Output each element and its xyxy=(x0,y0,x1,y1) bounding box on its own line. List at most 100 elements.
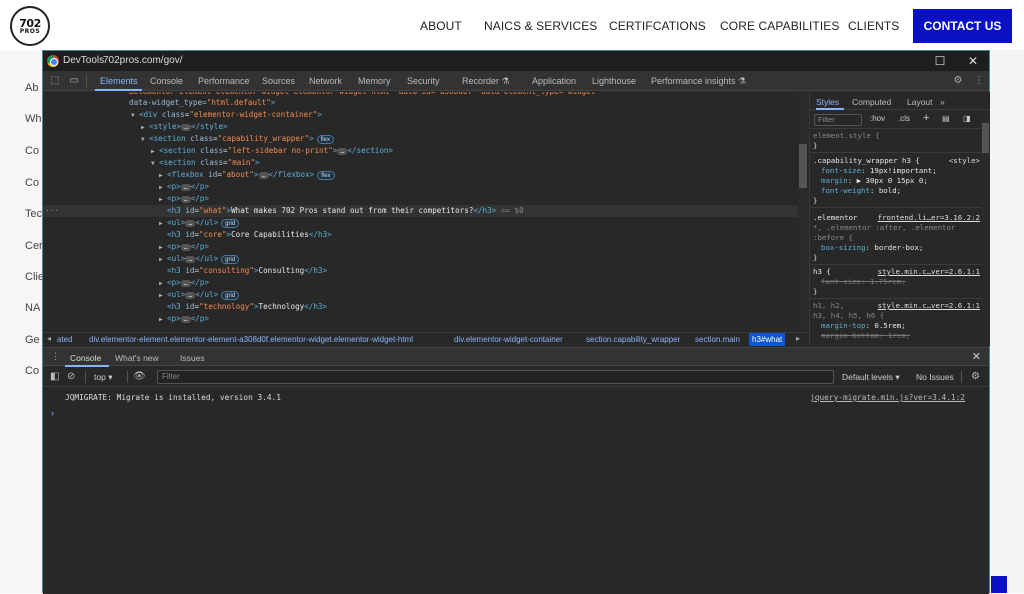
dom-node[interactable]: ▶ <ul>… </ul> grid xyxy=(159,253,240,266)
dom-node[interactable]: ▶ <p>… </p> xyxy=(159,181,209,193)
close-drawer-icon[interactable]: ✕ xyxy=(972,350,981,363)
rule-source-link[interactable]: style.min.c…ver=2.6.1:1 xyxy=(878,301,980,311)
sidebar-link[interactable]: Cer xyxy=(25,240,43,252)
settings-gear-icon[interactable]: ⚙ xyxy=(952,75,964,87)
message-source-link[interactable]: jquery-migrate.min.js?ver=3.4.1:2 xyxy=(810,393,965,402)
sidebar-link[interactable]: Wh xyxy=(25,113,42,125)
tab-recorder[interactable]: Recorder ⚗ xyxy=(462,76,510,87)
dom-node[interactable]: ▶ <p>… </p> xyxy=(159,193,209,205)
nav-clients[interactable]: CLIENTS xyxy=(848,19,899,33)
drawer-tab-issues[interactable]: Issues xyxy=(180,353,205,363)
dom-node[interactable]: ▶ <style>… </style> xyxy=(141,121,228,133)
elements-scrollbar[interactable] xyxy=(798,92,807,332)
rule-source-link[interactable]: style.min.c…ver=2.6.1:1 xyxy=(878,267,980,277)
tab-console[interactable]: Console xyxy=(150,76,183,86)
sidebar-link[interactable]: Ab xyxy=(25,82,38,94)
dom-node[interactable]: data-widget_type="html.default"> xyxy=(129,97,275,109)
more-tabs-icon[interactable]: » xyxy=(940,97,945,107)
console-settings-gear-icon[interactable]: ⚙ xyxy=(971,371,980,383)
drawer-tab-whats-new[interactable]: What's new xyxy=(115,353,159,363)
breadcrumb-item[interactable]: section.capability_wrapper xyxy=(586,335,680,344)
expanded-triangle-icon[interactable]: ▼ xyxy=(141,134,149,146)
breadcrumb-item-active[interactable]: h3#what xyxy=(749,333,786,346)
ellipsis-icon[interactable]: … xyxy=(180,315,191,323)
collapsed-triangle-icon[interactable]: ▶ xyxy=(159,314,167,326)
log-levels-dropdown[interactable]: Default levels ▾ xyxy=(842,372,900,383)
dom-node[interactable]: ▶ <p>… </p> xyxy=(159,313,209,325)
dom-node[interactable]: <h3 id="core">Core Capabilities</h3> xyxy=(167,229,332,241)
ellipsis-icon[interactable]: … xyxy=(185,255,196,263)
drawer-tab-console[interactable]: Console xyxy=(70,353,101,363)
ellipsis-icon[interactable]: … xyxy=(185,219,196,227)
ellipsis-icon[interactable]: … xyxy=(185,291,196,299)
dom-node[interactable]: ▶ <p>… </p> xyxy=(159,241,209,253)
scroll-top-button[interactable] xyxy=(991,576,1007,593)
styles-scrollbar-thumb[interactable] xyxy=(982,123,989,153)
nav-naics-services[interactable]: NAICS & SERVICES xyxy=(484,19,597,33)
expanded-triangle-icon[interactable]: ▼ xyxy=(151,158,159,170)
sidebar-link[interactable]: NA xyxy=(25,302,40,314)
device-toggle-icon[interactable]: ▭ xyxy=(68,75,80,87)
dom-node[interactable]: ▶ <flexbox id="about">… </flexbox> flex xyxy=(159,169,335,181)
toggle-sidebar-icon[interactable]: ◨ xyxy=(963,114,971,123)
styles-filter-input[interactable]: Filter xyxy=(814,114,862,126)
close-icon[interactable]: ✕ xyxy=(965,53,981,69)
tab-performance-insights[interactable]: Performance insights ⚗ xyxy=(651,76,746,87)
collapsed-triangle-icon[interactable]: ▶ xyxy=(159,290,167,302)
sidebar-link[interactable]: Tec xyxy=(25,208,42,220)
more-options-icon[interactable]: ⋮ xyxy=(973,75,985,87)
dom-node[interactable]: ▶ <p>… </p> xyxy=(159,277,209,289)
maximize-icon[interactable]: ☐ xyxy=(932,53,948,69)
elements-scrollbar-thumb[interactable] xyxy=(799,144,807,188)
collapsed-triangle-icon[interactable]: ▶ xyxy=(159,254,167,266)
inspect-element-icon[interactable]: ⬚ xyxy=(49,75,61,87)
site-logo[interactable]: 702 PROS xyxy=(10,6,50,46)
sidebar-link[interactable]: Co xyxy=(25,365,39,377)
contact-us-button[interactable]: CONTACT US xyxy=(913,9,1012,43)
grid-badge[interactable]: grid xyxy=(221,254,240,264)
tab-memory[interactable]: Memory xyxy=(358,76,391,86)
scroll-left-icon[interactable]: ◂ xyxy=(47,334,51,343)
rule-source-link[interactable]: frontend.li…er=3.16.2:2 xyxy=(878,213,980,223)
ellipsis-icon[interactable]: … xyxy=(337,147,348,155)
tab-elements[interactable]: Elements xyxy=(100,76,138,86)
expanded-triangle-icon[interactable]: ▼ xyxy=(131,110,139,122)
breadcrumb-item[interactable]: ated xyxy=(57,335,73,344)
clear-console-icon[interactable]: ⊘ xyxy=(67,371,75,383)
tab-application[interactable]: Application xyxy=(532,76,576,86)
ellipsis-icon[interactable]: … xyxy=(180,279,191,287)
issues-counter[interactable]: No Issues xyxy=(916,372,954,382)
nav-certifications[interactable]: CERTIFCATIONS xyxy=(609,19,706,33)
dom-node[interactable]: ▼ <section class="main"> xyxy=(151,157,260,169)
ellipsis-icon[interactable]: … xyxy=(181,123,192,131)
rule-source-link[interactable]: <style> xyxy=(949,156,980,166)
live-expression-eye-icon[interactable]: 👁 xyxy=(133,371,146,383)
tab-performance[interactable]: Performance xyxy=(198,76,250,86)
tab-lighthouse[interactable]: Lighthouse xyxy=(592,76,636,86)
ellipsis-icon[interactable]: … xyxy=(180,183,191,191)
sidebar-toggle-icon[interactable]: ◧ xyxy=(50,371,59,383)
breadcrumb-item[interactable]: div.elementor-widget-container xyxy=(454,335,563,344)
dom-node[interactable]: <h3 id="consulting">Consulting</h3> xyxy=(167,265,327,277)
breadcrumb-item[interactable]: div.elementor-element.elementor-element-… xyxy=(89,335,413,344)
tab-layout[interactable]: Layout xyxy=(907,97,933,107)
scroll-right-icon[interactable]: ▸ xyxy=(796,334,800,343)
flex-badge[interactable]: flex xyxy=(317,170,335,180)
tab-network[interactable]: Network xyxy=(309,76,342,86)
collapsed-triangle-icon[interactable]: ▶ xyxy=(159,218,167,230)
nav-core-capabilities[interactable]: CORE CAPABILITIES xyxy=(720,19,840,33)
breadcrumb-item[interactable]: section.main xyxy=(695,335,740,344)
console-filter-input[interactable]: Filter xyxy=(157,370,834,384)
dom-node[interactable]: ▼ <section class="capability_wrapper"> fle… xyxy=(141,133,334,145)
tab-computed[interactable]: Computed xyxy=(852,97,891,107)
tab-styles[interactable]: Styles xyxy=(816,97,839,107)
hov-toggle[interactable]: :hov xyxy=(870,114,885,123)
cls-toggle[interactable]: .cls xyxy=(898,114,910,123)
console-prompt[interactable]: › xyxy=(51,408,54,418)
dom-node[interactable]: ▼ <div class="elementor-widget-container"… xyxy=(131,109,322,121)
ellipsis-icon[interactable]: … xyxy=(258,171,269,179)
ellipsis-icon[interactable]: … xyxy=(180,195,191,203)
selected-dom-node[interactable]: ··· <h3 id="what">What makes 702 Pros sta… xyxy=(43,205,799,217)
sidebar-link[interactable]: Ge xyxy=(25,334,40,346)
dom-node[interactable]: ▶ <section class="left-sidebar no-print">… xyxy=(151,145,393,157)
